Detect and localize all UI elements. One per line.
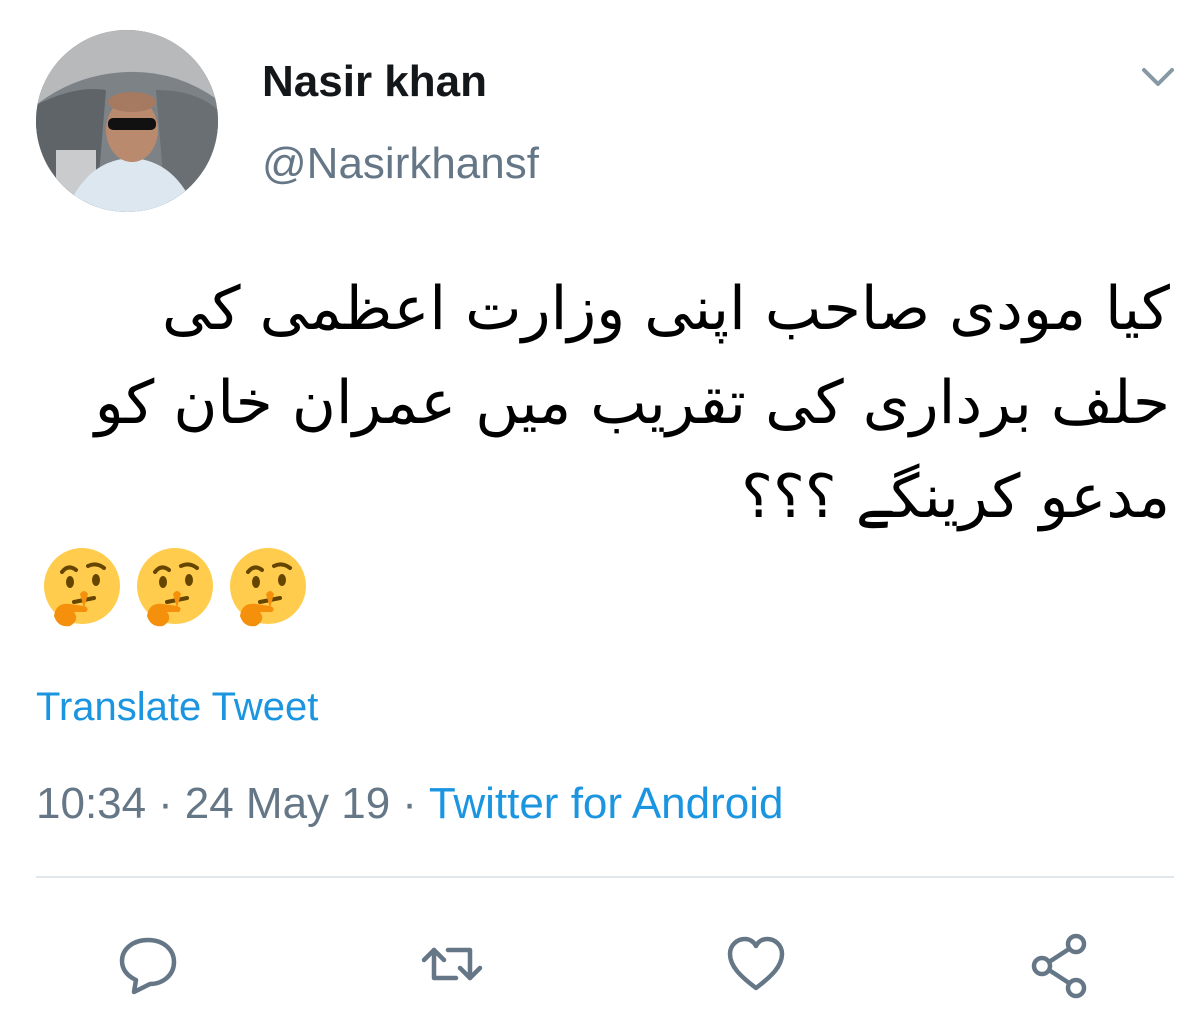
retweet-icon[interactable] xyxy=(416,928,488,1000)
tweet-time: 10:34 xyxy=(36,779,147,828)
author-display-name[interactable]: Nasir khan xyxy=(262,56,487,108)
reply-icon[interactable] xyxy=(112,928,184,1000)
avatar[interactable] xyxy=(36,30,218,212)
like-icon[interactable] xyxy=(720,928,792,1000)
avatar-photo xyxy=(36,30,218,212)
tweet-text-line: مدعو کرینگے ؟؟؟ xyxy=(741,462,1170,532)
tweet-text-line: حلف برداری کی تقریب میں عمران خان کو xyxy=(94,368,1170,438)
meta-separator: · xyxy=(402,779,417,828)
author-handle[interactable]: @Nasirkhansf xyxy=(262,138,539,190)
divider xyxy=(36,876,1174,878)
share-icon[interactable] xyxy=(1024,928,1096,1000)
meta-separator: · xyxy=(158,779,173,828)
chevron-down-icon[interactable] xyxy=(1136,60,1180,96)
tweet-source-link[interactable]: Twitter for Android xyxy=(429,779,784,828)
thinking-face-icon xyxy=(44,548,120,627)
emoji-row xyxy=(40,546,310,630)
thinking-face-icon xyxy=(230,548,306,627)
tweet-text: کیا مودی صاحب اپنی وزارت اعظمی کی حلف بر… xyxy=(30,262,1170,544)
tweet-date[interactable]: 24 May 19 xyxy=(185,779,390,828)
thinking-face-icon xyxy=(137,548,213,627)
tweet-meta: 10:34 · 24 May 19 · Twitter for Android xyxy=(36,778,784,830)
translate-tweet-link[interactable]: Translate Tweet xyxy=(36,683,318,731)
tweet-text-line: کیا مودی صاحب اپنی وزارت اعظمی کی xyxy=(162,274,1170,344)
